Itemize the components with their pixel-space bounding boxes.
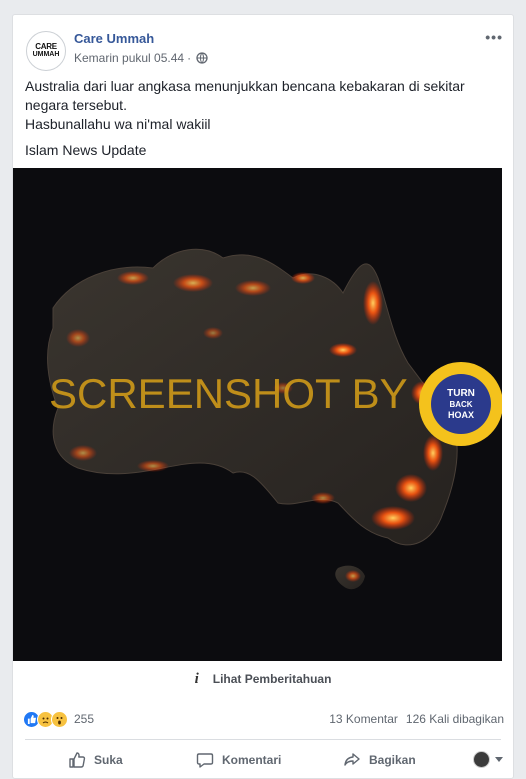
post-card: CARE UMMAH Care Ummah Kemarin pukul 05.4… xyxy=(12,14,514,779)
svg-text:BACK: BACK xyxy=(449,400,472,409)
post-image[interactable]: SCREENSHOT BY TURN BACK HOAX xyxy=(13,168,502,661)
satellite-fire-map-image: SCREENSHOT BY TURN BACK HOAX xyxy=(13,168,502,661)
svg-text:HOAX: HOAX xyxy=(448,410,474,420)
avatar-logo-line1: CARE xyxy=(35,42,57,51)
more-options-icon[interactable]: ••• xyxy=(485,29,503,45)
post-meta: Kemarin pukul 05.44 · xyxy=(74,51,208,65)
like-label: Suka xyxy=(94,753,123,767)
wow-reaction-icon xyxy=(51,710,68,728)
post-text: Australia dari luar angkasa menunjukkan … xyxy=(25,77,505,160)
page-name-link[interactable]: Care Ummah xyxy=(74,31,154,46)
post-as-selector[interactable] xyxy=(473,751,503,768)
share-label: Bagikan xyxy=(369,753,416,767)
comment-label: Komentari xyxy=(222,753,282,767)
thumbs-up-icon xyxy=(69,752,86,768)
meta-separator: · xyxy=(187,51,192,65)
share-icon xyxy=(344,753,360,766)
post-text-line: Hasbunallahu wa ni'mal wakiil xyxy=(25,116,211,132)
chevron-down-icon xyxy=(495,757,503,762)
comment-button[interactable]: Komentari xyxy=(196,751,281,769)
post-text-line: Australia dari luar angkasa menunjukkan … xyxy=(25,78,465,113)
avatar-logo-line2: UMMAH xyxy=(32,51,60,58)
globe-icon[interactable] xyxy=(196,52,208,64)
divider xyxy=(25,739,501,740)
like-button[interactable]: Suka xyxy=(68,751,123,769)
post-header: CARE UMMAH Care Ummah Kemarin pukul 05.4… xyxy=(13,15,513,75)
notice-label: Lihat Pemberitahuan xyxy=(212,672,332,686)
comment-count-link[interactable]: 13 Komentar xyxy=(329,712,398,726)
action-bar: Suka Komentari Bagikan xyxy=(13,741,513,779)
reaction-count: 255 xyxy=(74,712,95,726)
post-text-line: Islam News Update xyxy=(25,142,147,158)
see-notice-link[interactable]: i Lihat Pemberitahuan xyxy=(13,667,513,691)
comment-icon xyxy=(196,753,214,768)
turnbackhoax-seal-logo: TURN BACK HOAX xyxy=(419,362,502,446)
viewer-avatar xyxy=(473,751,490,768)
post-timestamp[interactable]: Kemarin pukul 05.44 xyxy=(74,51,184,65)
reaction-summary[interactable]: 255 xyxy=(23,708,94,730)
info-icon: i xyxy=(194,670,199,687)
watermark-text: SCREENSHOT BY xyxy=(49,370,408,417)
share-button[interactable]: Bagikan xyxy=(343,751,416,769)
share-count-link[interactable]: 126 Kali dibagikan xyxy=(406,712,504,726)
svg-text:TURN: TURN xyxy=(447,388,475,399)
page-avatar[interactable]: CARE UMMAH xyxy=(26,31,66,71)
engagement-stats: 13 Komentar 126 Kali dibagikan xyxy=(329,712,504,726)
